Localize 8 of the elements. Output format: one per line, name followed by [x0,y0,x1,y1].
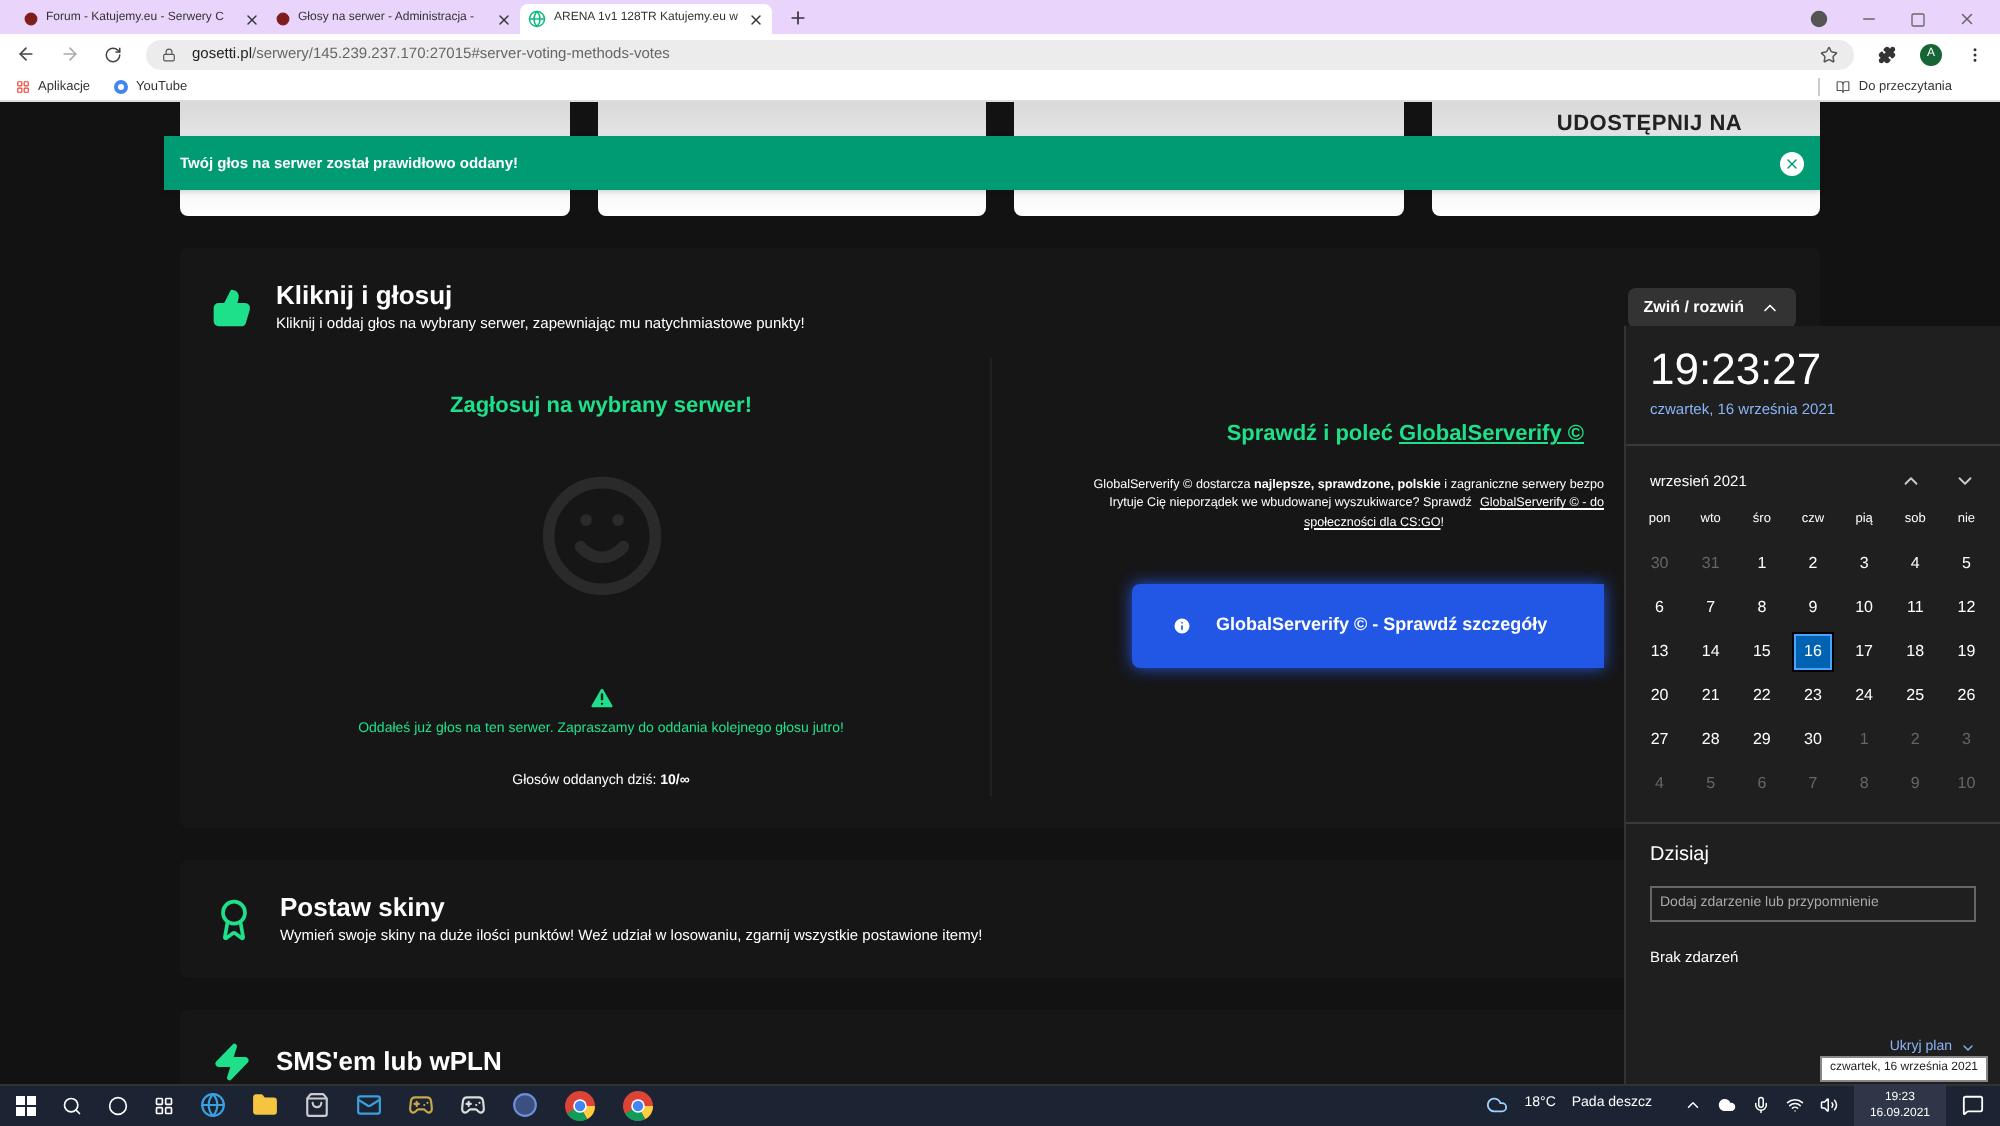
card-title: UDOSTĘPNIJ NA [1556,110,1743,140]
section-title: Kliknij i głosuj [276,280,455,312]
section-title: SMS'em lub wPLN [276,1046,502,1079]
section-title: Postaw skiny [280,892,447,924]
clock-time: 19:23:27 [1650,342,1824,398]
vote-heading: Zagłosuj na wybrany serwer! [450,392,752,423]
promo-heading: Sprawdź i poleć GlobalServerify © [1226,420,1584,451]
today-heading: Dzisiaj [1650,841,1711,869]
